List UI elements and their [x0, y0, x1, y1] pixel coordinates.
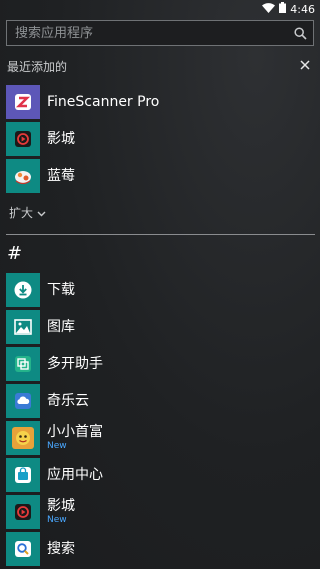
new-badge: New	[47, 515, 67, 525]
app-download[interactable]: 下载	[6, 272, 306, 308]
app-name: 下载	[47, 281, 75, 298]
recent-app-movie[interactable]: 影城	[6, 121, 306, 157]
group-header-hash[interactable]: #	[7, 243, 22, 264]
app-name: FineScanner Pro	[47, 93, 160, 110]
app-movie[interactable]: 影城 New	[6, 494, 306, 530]
search-input[interactable]	[7, 24, 287, 42]
status-time: 4:46	[290, 2, 315, 16]
expand-button[interactable]: 扩大	[9, 204, 46, 221]
app-name: 搜索	[47, 540, 75, 557]
dual-app-icon	[6, 347, 40, 381]
app-name: 多开助手	[47, 355, 103, 372]
new-badge: New	[47, 441, 67, 451]
app-center-icon	[6, 458, 40, 492]
section-divider	[6, 234, 315, 235]
app-name: 奇乐云	[47, 392, 89, 409]
app-search[interactable]: 搜索	[6, 531, 306, 567]
search-box[interactable]	[6, 20, 314, 46]
search-icon[interactable]	[287, 21, 313, 45]
app-cloud[interactable]: 奇乐云	[6, 383, 306, 419]
app-dual-app[interactable]: 多开助手	[6, 346, 306, 382]
app-name: 图库	[47, 318, 75, 335]
chevron-down-icon	[37, 206, 46, 220]
battery-icon	[279, 2, 287, 16]
recent-app-blueberry[interactable]: 蓝莓	[6, 158, 306, 194]
status-bar: 4:46	[0, 0, 320, 17]
gallery-icon	[6, 310, 40, 344]
close-icon[interactable]	[298, 57, 312, 71]
wifi-icon	[262, 2, 276, 16]
app-name: 小小首富	[47, 424, 103, 440]
expand-label: 扩大	[9, 206, 34, 220]
blueberry-icon	[6, 159, 40, 193]
app-app-center[interactable]: 应用中心	[6, 457, 306, 493]
movie-icon	[6, 122, 40, 156]
app-name: 影城	[47, 130, 75, 147]
cloud-icon	[6, 384, 40, 418]
status-icons: 4:46	[262, 2, 315, 16]
app-name: 蓝莓	[47, 167, 75, 184]
app-name: 应用中心	[47, 466, 103, 483]
app-gallery[interactable]: 图库	[6, 309, 306, 345]
search-app-icon	[6, 532, 40, 566]
movie-icon	[6, 495, 40, 529]
finescanner-icon	[6, 85, 40, 119]
download-icon	[6, 273, 40, 307]
recently-added-header: 最近添加的	[7, 60, 68, 74]
recent-app-finescanner[interactable]: FineScanner Pro	[6, 84, 306, 120]
app-game[interactable]: 小小首富 New	[6, 420, 306, 456]
game-icon	[6, 421, 40, 455]
app-name: 影城	[47, 498, 75, 514]
